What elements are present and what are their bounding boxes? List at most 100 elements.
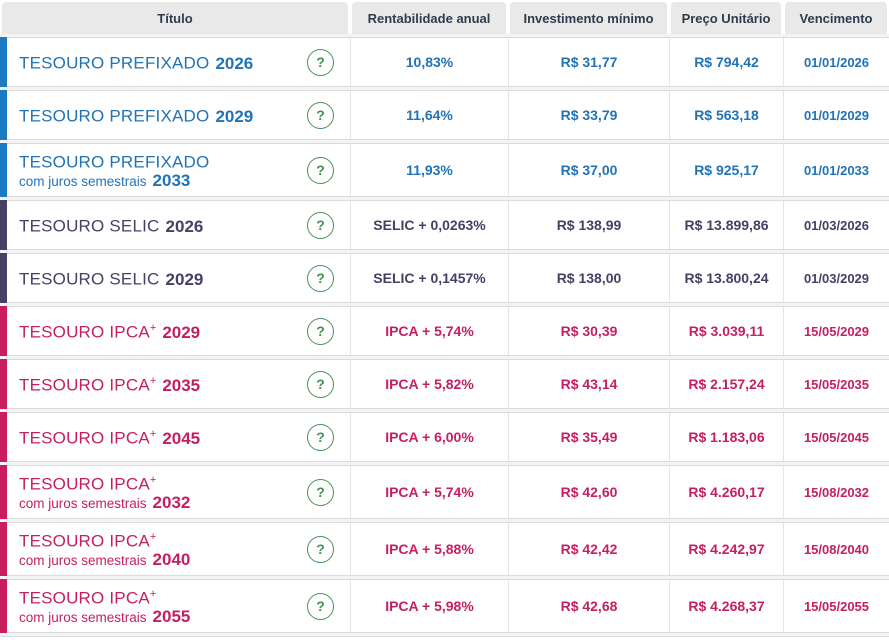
bond-unit-price: R$ 3.039,11: [669, 307, 783, 355]
help-icon[interactable]: ?: [307, 156, 334, 184]
bond-min-investment: R$ 33,79: [508, 91, 669, 139]
bond-title: TESOURO IPCA+ 2045: [19, 425, 200, 449]
bond-maturity: 15/08/2032: [783, 466, 889, 518]
bond-rate: 11,64%: [350, 91, 508, 139]
bond-unit-price: R$ 13.800,24: [669, 254, 783, 302]
bond-row[interactable]: TESOURO IPCA+ com juros semestrais 2055 ?…: [0, 579, 889, 633]
bond-maturity: 15/05/2035: [783, 360, 889, 408]
column-header-titulo: Título: [2, 2, 348, 34]
column-header-preco-unitario: Preço Unitário: [671, 2, 781, 34]
bond-min-investment: R$ 138,99: [508, 201, 669, 249]
bond-row[interactable]: TESOURO PREFIXADO 2029 ? 11,64% R$ 33,79 …: [0, 90, 889, 140]
bond-plus-superscript: +: [149, 375, 157, 388]
bond-row[interactable]: TESOURO IPCA+ 2035 ? IPCA + 5,82% R$ 43,1…: [0, 359, 889, 409]
bond-maturity: 15/08/2040: [783, 523, 889, 575]
bond-maturity: 01/03/2026: [783, 201, 889, 249]
bond-row[interactable]: TESOURO IPCA+ 2045 ? IPCA + 6,00% R$ 35,4…: [0, 412, 889, 462]
bond-color-bar: [0, 306, 7, 356]
bond-color-bar: [0, 465, 7, 519]
bond-title: TESOURO IPCA+ 2029: [19, 319, 200, 343]
bond-rate: IPCA + 5,82%: [350, 360, 508, 408]
help-icon[interactable]: ?: [307, 101, 334, 129]
bond-year: 2026: [215, 53, 254, 73]
bond-plus-superscript: +: [149, 322, 157, 335]
bond-rate: 10,83%: [350, 38, 508, 86]
bond-title: TESOURO SELIC 2029: [19, 266, 203, 290]
bond-color-bar: [0, 200, 7, 250]
bond-title-cell: TESOURO SELIC 2026 ?: [0, 201, 350, 249]
table-body: TESOURO PREFIXADO 2026 ? 10,83% R$ 31,77 …: [0, 37, 889, 633]
bond-row[interactable]: TESOURO SELIC 2029 ? SELIC + 0,1457% R$ 1…: [0, 253, 889, 303]
help-icon[interactable]: ?: [307, 535, 334, 563]
bond-unit-price: R$ 4.242,97: [669, 523, 783, 575]
bond-title: TESOURO SELIC 2026: [19, 213, 203, 237]
column-header-vencimento: Vencimento: [785, 2, 887, 34]
bond-year: 2045: [162, 428, 201, 448]
bond-title-cell: TESOURO PREFIXADO 2029 ?: [0, 91, 350, 139]
help-icon[interactable]: ?: [307, 478, 334, 506]
help-icon[interactable]: ?: [307, 592, 334, 620]
bond-rate: IPCA + 5,98%: [350, 580, 508, 632]
bond-min-investment: R$ 42,60: [508, 466, 669, 518]
bond-year: 2035: [162, 375, 201, 395]
column-header-investimento-minimo: Investimento mínimo: [510, 2, 667, 34]
bond-name: TESOURO IPCA: [19, 322, 150, 342]
bond-year: 2029: [162, 322, 201, 342]
bond-name: TESOURO IPCA: [19, 375, 150, 395]
bond-min-investment: R$ 30,39: [508, 307, 669, 355]
bond-title-cell: TESOURO IPCA+ 2035 ?: [0, 360, 350, 408]
bond-maturity: 15/05/2029: [783, 307, 889, 355]
bond-unit-price: R$ 563,18: [669, 91, 783, 139]
bond-title-cell: TESOURO SELIC 2029 ?: [0, 254, 350, 302]
bond-title-cell: TESOURO IPCA+ 2045 ?: [0, 413, 350, 461]
help-icon[interactable]: ?: [307, 264, 334, 292]
bond-rate: SELIC + 0,1457%: [350, 254, 508, 302]
bond-year: 2055: [152, 607, 191, 627]
help-icon[interactable]: ?: [307, 370, 334, 398]
bond-plus-superscript: +: [149, 587, 157, 600]
bond-row[interactable]: TESOURO PREFIXADO com juros semestrais 20…: [0, 143, 889, 197]
bond-maturity: 01/01/2026: [783, 38, 889, 86]
bond-title-cell: TESOURO IPCA+ com juros semestrais 2032 ?: [0, 466, 350, 518]
bond-row[interactable]: TESOURO IPCA+ com juros semestrais 2032 ?…: [0, 465, 889, 519]
bond-name: TESOURO IPCA: [19, 588, 150, 608]
help-icon[interactable]: ?: [307, 48, 334, 76]
bond-name: TESOURO IPCA: [19, 428, 150, 448]
bond-rate: 11,93%: [350, 144, 508, 196]
bond-title: TESOURO IPCA+ com juros semestrais 2040: [19, 528, 190, 571]
help-icon[interactable]: ?: [307, 211, 334, 239]
bond-year: 2032: [152, 493, 191, 513]
bond-row[interactable]: TESOURO SELIC 2026 ? SELIC + 0,0263% R$ 1…: [0, 200, 889, 250]
bond-min-investment: R$ 35,49: [508, 413, 669, 461]
bond-name: TESOURO SELIC: [19, 269, 160, 289]
bond-title: TESOURO IPCA+ 2035: [19, 372, 200, 396]
bond-unit-price: R$ 1.183,06: [669, 413, 783, 461]
bond-subtitle: com juros semestrais: [19, 174, 147, 190]
bond-unit-price: R$ 13.899,86: [669, 201, 783, 249]
bond-year: 2040: [152, 550, 191, 570]
bond-min-investment: R$ 42,42: [508, 523, 669, 575]
bond-rate: IPCA + 5,88%: [350, 523, 508, 575]
help-icon[interactable]: ?: [307, 423, 334, 451]
bond-title: TESOURO PREFIXADO 2026: [19, 50, 253, 74]
bond-year: 2033: [152, 171, 191, 191]
bond-year: 2029: [165, 269, 204, 289]
bond-year: 2029: [215, 106, 254, 126]
bond-color-bar: [0, 412, 7, 462]
bond-row[interactable]: TESOURO IPCA+ com juros semestrais 2040 ?…: [0, 522, 889, 576]
bond-min-investment: R$ 31,77: [508, 38, 669, 86]
bond-color-bar: [0, 37, 7, 87]
bond-row[interactable]: TESOURO IPCA+ 2029 ? IPCA + 5,74% R$ 30,3…: [0, 306, 889, 356]
help-icon[interactable]: ?: [307, 317, 334, 345]
bond-color-bar: [0, 253, 7, 303]
bond-rate: IPCA + 5,74%: [350, 466, 508, 518]
bond-min-investment: R$ 37,00: [508, 144, 669, 196]
bond-title-cell: TESOURO IPCA+ com juros semestrais 2040 ?: [0, 523, 350, 575]
bond-row[interactable]: TESOURO PREFIXADO 2026 ? 10,83% R$ 31,77 …: [0, 37, 889, 87]
bond-color-bar: [0, 579, 7, 633]
bond-name: TESOURO IPCA: [19, 474, 150, 494]
bond-unit-price: R$ 2.157,24: [669, 360, 783, 408]
bond-table: Título Rentabilidade anual Investimento …: [0, 0, 889, 642]
bond-plus-superscript: +: [149, 530, 157, 543]
bond-name: TESOURO PREFIXADO: [19, 106, 210, 126]
